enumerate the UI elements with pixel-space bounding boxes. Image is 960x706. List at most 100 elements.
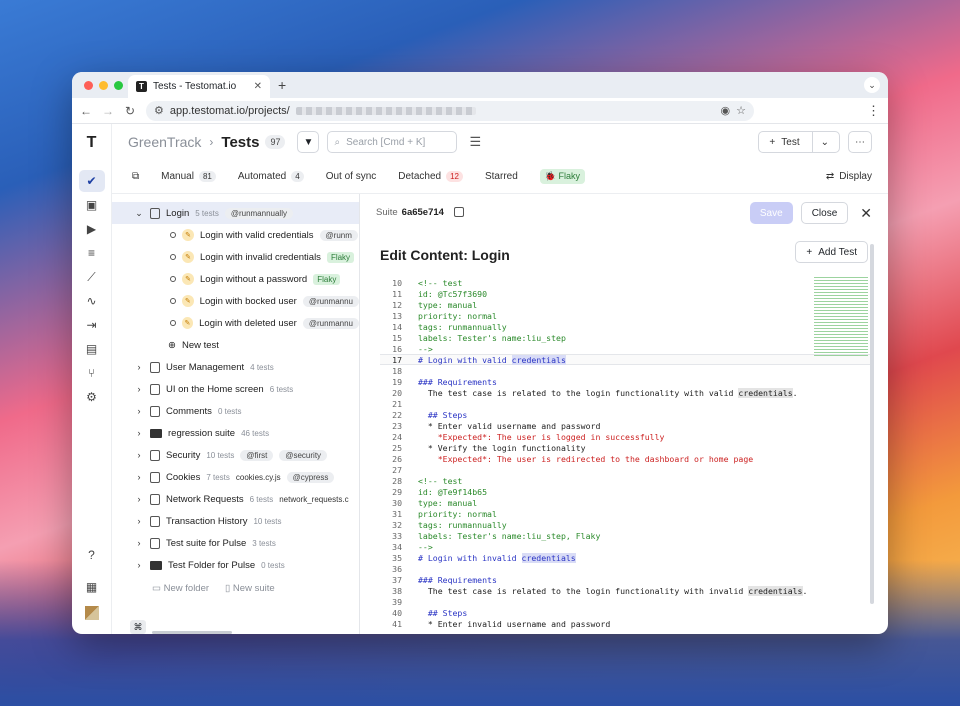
display-button[interactable]: ⇄ Display [826,171,872,182]
code-line[interactable]: 29 id: @Te9f14b65 [380,486,870,497]
steps-nav-icon[interactable]: ⟋ [79,266,105,288]
code-line[interactable]: 19 ### Requirements [380,376,870,387]
tag-badge[interactable]: @first [240,449,274,461]
code-line[interactable]: 41 * Enter invalid username and password [380,618,870,629]
search-input[interactable]: ⌕ Search [Cmd + K] [327,131,458,153]
code-line[interactable]: 15 labels: Tester's name:liu_step [380,332,870,343]
tab-out-of-sync[interactable]: Out of sync [326,171,377,182]
back-icon[interactable]: ← [80,104,92,118]
suite-row[interactable]: › Security 10 tests @first @security [112,444,359,466]
chevron-right-icon[interactable]: › [134,516,144,526]
chevron-right-icon[interactable]: › [134,494,144,504]
plans-nav-icon[interactable]: ≡ [79,242,105,264]
bookmark-star-icon[interactable]: ☆ [736,104,746,117]
code-line[interactable]: 26 *Expected*: The user is redirected to… [380,453,870,464]
tag-badge[interactable]: @security [279,449,328,461]
close-button[interactable]: Close [800,202,849,224]
new-suite-button[interactable]: ▯ New suite [225,583,275,594]
suite-row[interactable]: › Test suite for Pulse 3 tests [112,532,359,554]
tests-nav-icon[interactable]: ✔ [78,170,105,192]
forward-icon[interactable]: → [102,104,114,118]
maximize-window-button[interactable] [114,81,123,90]
code-line[interactable]: 32 tags: runmannually [380,519,870,530]
code-line[interactable]: 23 * Enter valid username and password [380,420,870,431]
tab-flaky[interactable]: 🐞 Flaky [539,169,586,184]
command-icon[interactable]: ⌘ [130,620,146,634]
avatar[interactable] [84,606,99,620]
code-line[interactable]: 33 labels: Tester's name:liu_step, Flaky [380,530,870,541]
browser-menu-icon[interactable]: ⋮ [867,103,880,119]
view-toggle-icon[interactable]: ⧉ [132,171,139,182]
flaky-badge[interactable]: Flaky [326,251,355,263]
test-row[interactable]: ✎ Login with valid credentials @runm [112,224,359,246]
tab-automated[interactable]: Automated 4 [238,171,304,182]
chevron-right-icon[interactable]: › [134,362,144,372]
analytics-nav-icon[interactable]: ▤ [79,338,105,360]
add-test-button[interactable]: + Add Test [795,241,868,263]
reload-icon[interactable]: ↻ [124,104,136,118]
chevron-right-icon[interactable]: › [134,560,144,570]
chevron-down-icon[interactable]: ⌄ [134,208,144,219]
code-editor[interactable]: 10 <!-- test 11 id: @Tc57f3690 12 type: manua… [380,277,870,634]
requirements-nav-icon[interactable]: ▣ [79,194,105,216]
code-line[interactable]: 18 [380,365,870,376]
code-line[interactable]: 34 --> [380,541,870,552]
code-line[interactable]: 11 id: @Tc57f3690 [380,288,870,299]
flaky-badge[interactable]: Flaky [313,273,341,285]
testomat-logo[interactable]: T [87,134,97,152]
tag-badge[interactable]: @runm [319,229,358,241]
new-test-button[interactable]: ⊕ New test [112,334,359,356]
test-row[interactable]: ✎ Login with deleted user @runmannu [112,312,359,334]
suite-row[interactable]: › Transaction History 10 tests [112,510,359,532]
suite-row[interactable]: › regression suite 46 tests [112,422,359,444]
code-line[interactable]: 35 # Login with invalid credentials [380,552,870,563]
code-line[interactable]: 36 [380,563,870,574]
suite-row[interactable]: › Network Requests 6 tests network_requests… [112,488,359,510]
tab-detached[interactable]: Detached 12 [398,171,463,182]
new-tab-button[interactable]: + [278,77,286,93]
save-button[interactable]: Save [749,202,793,224]
code-line[interactable]: 24 *Expected*: The user is logged in suc… [380,431,870,442]
code-line[interactable]: 28 <!-- test [380,475,870,486]
close-panel-icon[interactable]: ✕ [860,205,872,222]
code-line[interactable]: 39 [380,596,870,607]
tag-badge[interactable]: @cypress [286,471,335,483]
suite-row[interactable]: › Cookies 7 tests cookies.cy.js @cypress [112,466,359,488]
branches-nav-icon[interactable]: ⑂ [79,362,105,384]
test-row[interactable]: ✎ Login without a password Flaky [112,268,359,290]
code-line[interactable]: 10 <!-- test [380,277,870,288]
chevron-right-icon[interactable]: › [134,538,144,548]
tab-manual[interactable]: Manual 81 [161,171,216,182]
suite-row[interactable]: › User Management 4 tests [112,356,359,378]
code-line[interactable]: 22 ## Steps [380,409,870,420]
test-row[interactable]: ✎ Login with bocked user @runmannu [112,290,359,312]
tag-badge[interactable]: @runmannually [224,207,293,219]
address-bar[interactable]: ⚙ app.testomat.io/projects/ ◉ ☆ [146,100,754,121]
tag-badge[interactable]: @runmannu [302,317,359,329]
filter-button[interactable]: ▼ [297,131,320,153]
pulse-nav-icon[interactable]: ∿ [79,290,105,312]
breadcrumb-project[interactable]: GreenTrack [128,134,201,150]
browser-tab[interactable]: T Tests - Testomat.io ✕ [128,75,270,98]
tab-search-chevron-icon[interactable]: ⌄ [864,77,880,93]
vertical-scrollbar[interactable] [870,244,874,604]
code-line[interactable]: 12 type: manual [380,299,870,310]
new-test-button[interactable]: + Test ⌄ [758,131,840,153]
site-info-icon[interactable]: ⚙ [154,104,164,117]
code-line[interactable]: 21 [380,398,870,409]
code-line[interactable]: 31 priority: normal [380,508,870,519]
new-folder-button[interactable]: ▭ New folder [152,583,209,594]
import-nav-icon[interactable]: ⇥ [79,314,105,336]
code-line[interactable]: 40 ## Steps [380,607,870,618]
chevron-right-icon[interactable]: › [134,472,144,482]
chevron-down-icon[interactable]: ⌄ [811,132,829,152]
minimize-window-button[interactable] [99,81,108,90]
code-line[interactable]: 38 The test case is related to the login… [380,585,870,596]
code-line[interactable]: 25 * Verify the login functionality [380,442,870,453]
more-options-button[interactable]: ⋯ [848,131,872,153]
runs-nav-icon[interactable]: ▶ [79,218,105,240]
code-line[interactable]: 17 # Login with valid credentials [380,354,870,365]
code-line[interactable]: 16 --> [380,343,870,354]
editor-minimap[interactable] [814,277,868,357]
suite-row[interactable]: › UI on the Home screen 6 tests [112,378,359,400]
